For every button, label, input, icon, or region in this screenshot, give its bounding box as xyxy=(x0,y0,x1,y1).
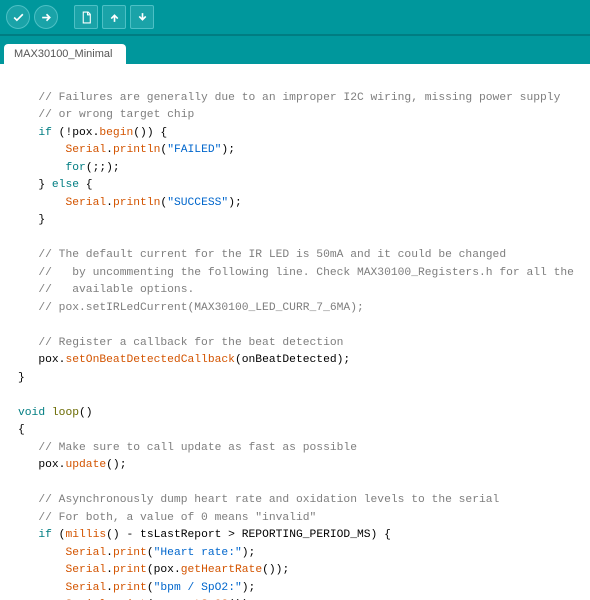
kw-if: if xyxy=(38,529,52,541)
kw-if: if xyxy=(38,127,52,139)
new-file-button[interactable] xyxy=(74,5,98,29)
kw-void: void xyxy=(18,407,45,419)
code-line: // The default current for the IR LED is… xyxy=(38,249,506,261)
code-line: // Failures are generally due to an impr… xyxy=(38,92,560,104)
code-editor[interactable]: // Failures are generally due to an impr… xyxy=(0,64,590,600)
download-icon xyxy=(136,11,149,24)
upload-icon xyxy=(108,11,121,24)
open-button[interactable] xyxy=(102,5,126,29)
check-icon xyxy=(12,11,25,24)
upload-sketch-button[interactable] xyxy=(34,5,58,29)
code-line: // Make sure to call update as fast as p… xyxy=(38,442,357,454)
sketch-tab[interactable]: MAX30100_Minimal xyxy=(4,44,126,64)
code-line: // by uncommenting the following line. C… xyxy=(38,267,574,279)
code-line: // Asynchronously dump heart rate and ox… xyxy=(38,494,499,506)
file-new-icon xyxy=(80,11,93,24)
save-button[interactable] xyxy=(130,5,154,29)
verify-button[interactable] xyxy=(6,5,30,29)
code-line: // available options. xyxy=(38,284,194,296)
code-line: // For both, a value of 0 means "invalid… xyxy=(38,512,316,524)
arrow-right-icon xyxy=(40,11,53,24)
toolbar xyxy=(0,0,590,36)
code-line: // pox.setIRLedCurrent(MAX30100_LED_CURR… xyxy=(38,302,363,314)
tab-bar: MAX30100_Minimal xyxy=(0,36,590,64)
code-line: // Register a callback for the beat dete… xyxy=(38,337,343,349)
code-line: // or wrong target chip xyxy=(38,109,194,121)
